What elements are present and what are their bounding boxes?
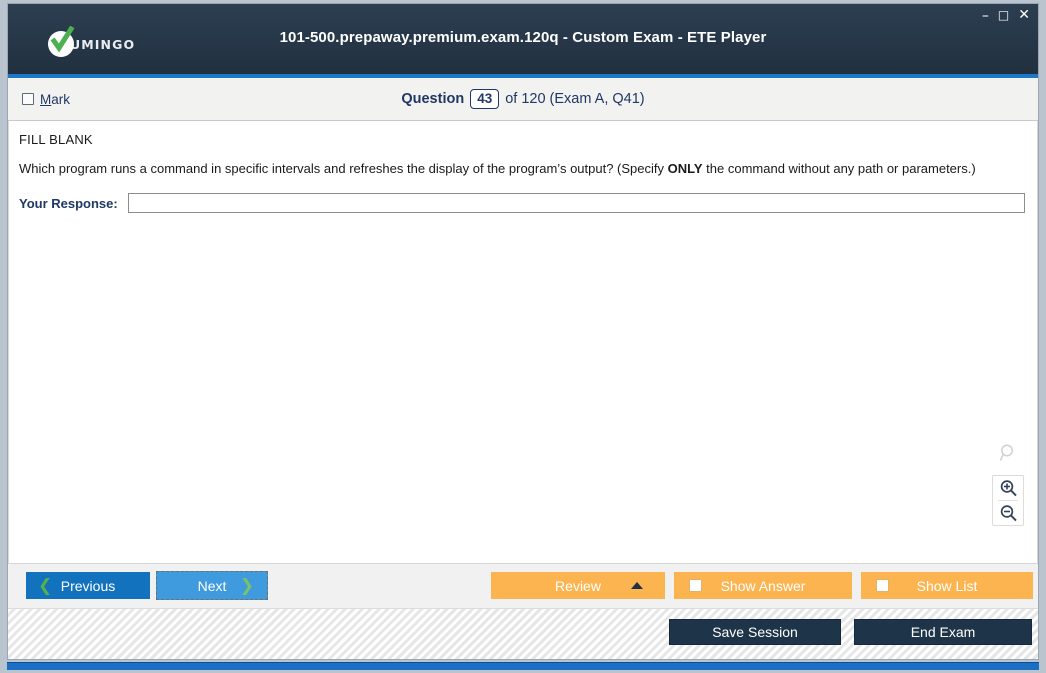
window-title: 101-500.prepaway.premium.exam.120q - Cus…	[279, 29, 767, 46]
review-button[interactable]: Review	[491, 572, 665, 599]
response-row: Your Response:	[19, 193, 1025, 213]
window-controls: – □ ✕	[982, 8, 1030, 23]
question-header-bar: Mark Question 43 of 120 (Exam A, Q41)	[8, 78, 1038, 121]
save-session-button[interactable]: Save Session	[669, 619, 841, 645]
magnifier-icon[interactable]	[998, 443, 1018, 468]
save-session-label: Save Session	[712, 624, 798, 640]
question-text-part1: Which program runs a command in specific…	[19, 161, 668, 176]
response-label: Your Response:	[19, 195, 118, 211]
minimize-icon[interactable]: –	[982, 9, 989, 23]
question-number-field[interactable]: 43	[470, 89, 500, 109]
question-text-part2: the command without any path or paramete…	[702, 161, 976, 176]
question-counter: Question 43 of 120 (Exam A, Q41)	[8, 89, 1038, 109]
question-word-label: Question	[401, 91, 465, 107]
checkbox-square-icon	[689, 579, 702, 592]
zoom-tool-group	[992, 443, 1024, 526]
chevron-right-icon: ❯	[239, 575, 254, 596]
question-total-label: of 120 (Exam A, Q41)	[505, 91, 645, 107]
zoom-out-icon[interactable]	[994, 501, 1022, 525]
zoom-in-icon[interactable]	[994, 476, 1022, 500]
zoom-panel	[992, 475, 1024, 526]
title-bar: UMINGO 101-500.prepaway.premium.exam.120…	[8, 4, 1038, 78]
end-exam-label: End Exam	[910, 624, 976, 640]
show-answer-button[interactable]: Show Answer	[674, 572, 852, 599]
caret-up-icon	[631, 582, 643, 589]
exam-player-window: UMINGO 101-500.prepaway.premium.exam.120…	[7, 3, 1039, 660]
question-content-panel: FILL BLANK Which program runs a command …	[8, 121, 1038, 563]
question-type-label: FILL BLANK	[19, 132, 93, 147]
question-text: Which program runs a command in specific…	[19, 161, 1025, 177]
chevron-left-icon: ❮	[38, 575, 53, 596]
show-list-button-label: Show List	[916, 577, 978, 594]
close-icon[interactable]: ✕	[1018, 8, 1030, 22]
question-text-emphasis: ONLY	[667, 161, 703, 176]
response-input[interactable]	[127, 193, 1025, 213]
show-list-button[interactable]: Show List	[861, 572, 1033, 599]
review-button-label: Review	[555, 577, 601, 594]
bottom-accent-bar	[7, 662, 1039, 670]
status-bar: Save Session End Exam	[8, 608, 1038, 659]
next-button-label: Next	[197, 577, 227, 594]
show-answer-button-label: Show Answer	[720, 577, 806, 594]
checkbox-square-icon	[876, 579, 889, 592]
previous-button[interactable]: ❮ Previous	[26, 572, 150, 599]
maximize-icon[interactable]: □	[998, 9, 1009, 22]
action-bar: ❮ Previous Next ❯ Review Show Answer Sho…	[8, 563, 1038, 608]
end-exam-button[interactable]: End Exam	[854, 619, 1032, 645]
next-button[interactable]: Next ❯	[156, 571, 268, 600]
previous-button-label: Previous	[60, 577, 116, 594]
desktop-background: UMINGO 101-500.prepaway.premium.exam.120…	[0, 0, 1046, 673]
